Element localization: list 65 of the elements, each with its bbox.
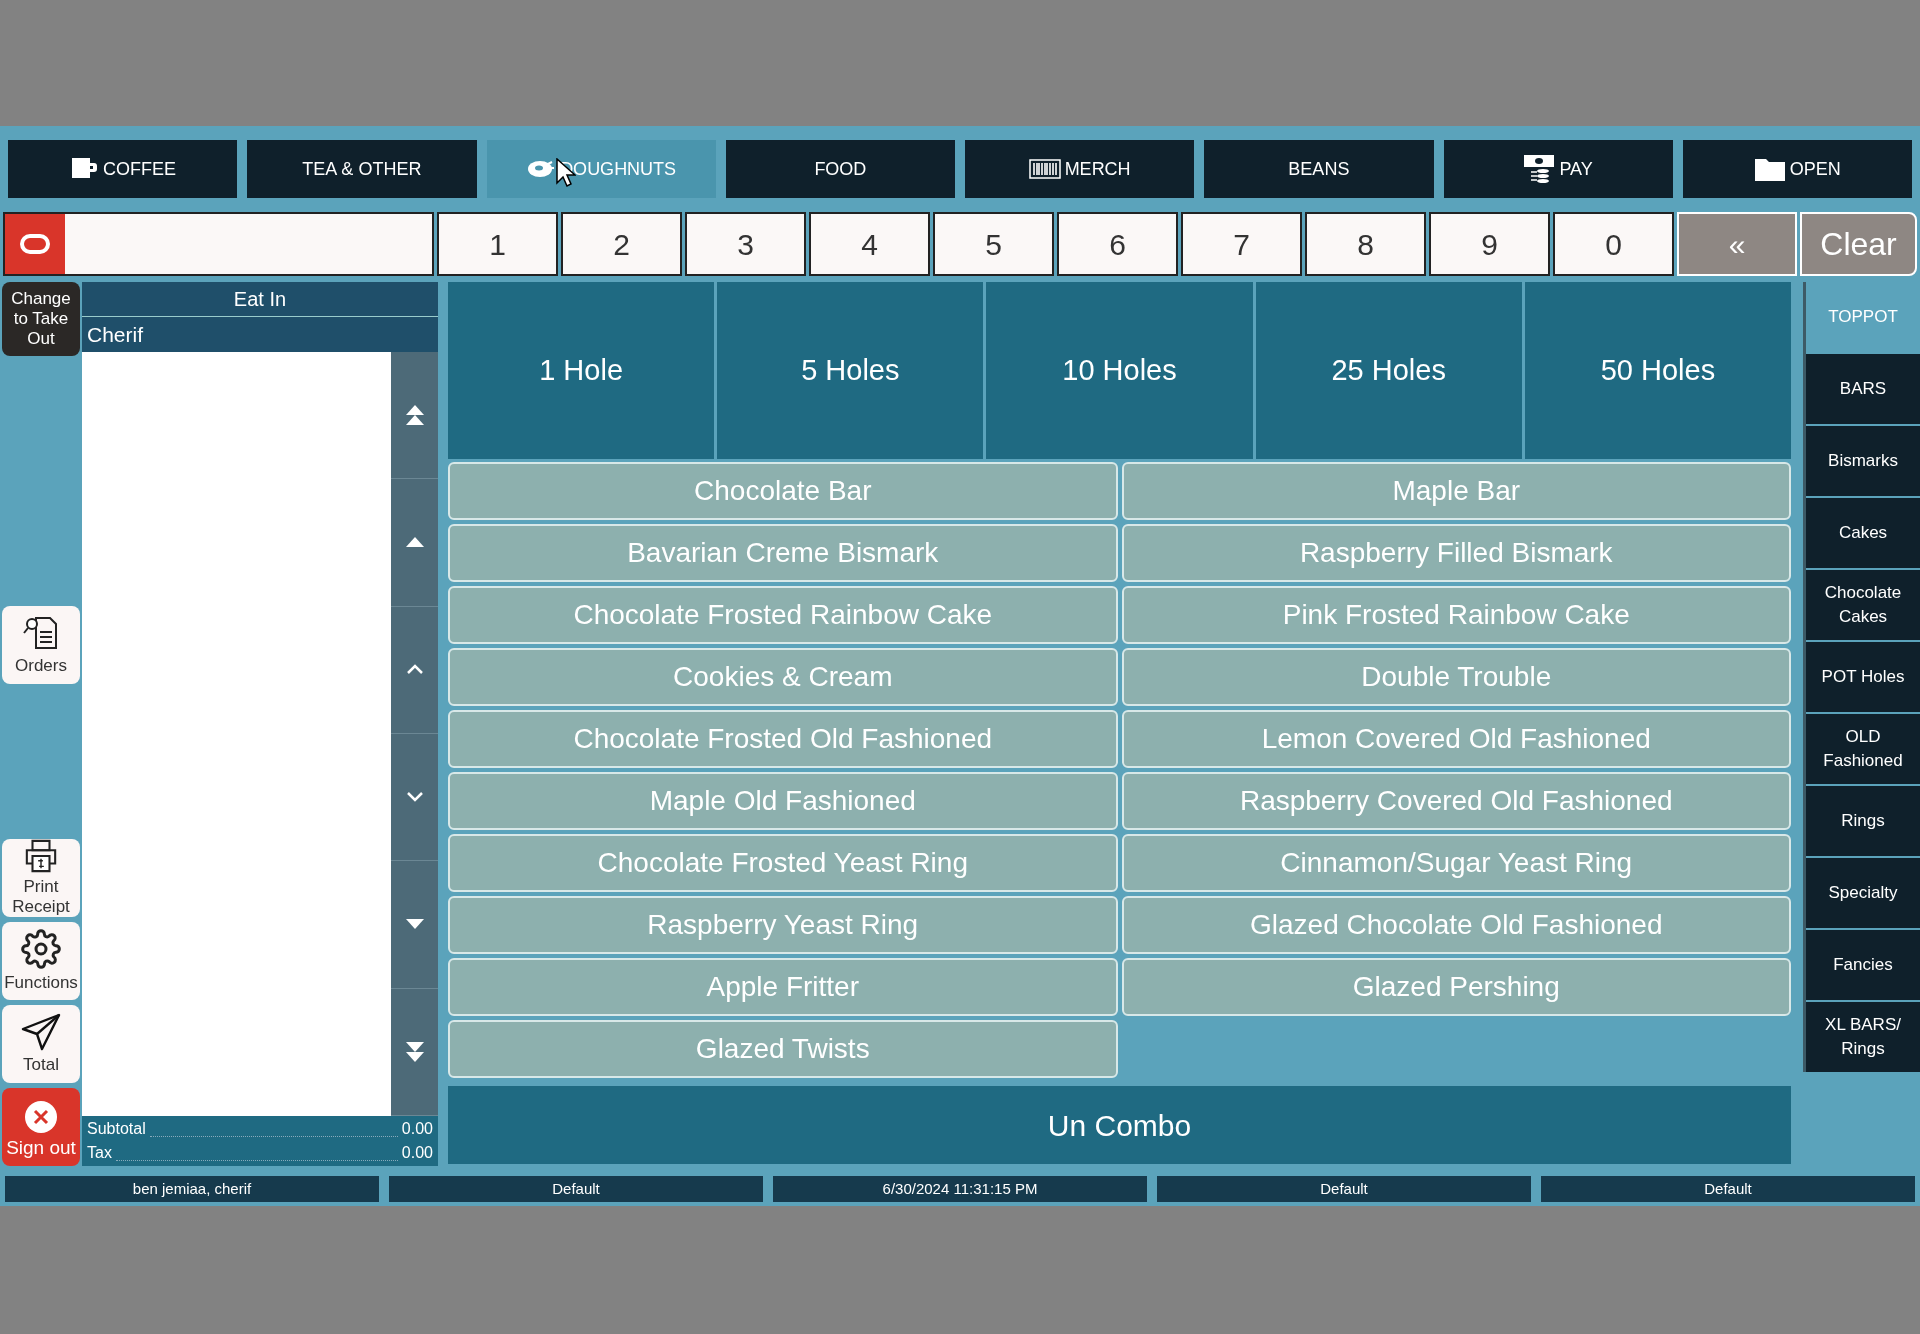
- number-key[interactable]: 3: [685, 212, 806, 276]
- close-icon: [24, 1100, 58, 1134]
- clear-key[interactable]: Clear: [1800, 212, 1917, 276]
- document-search-icon: [22, 614, 60, 652]
- customer-name: Cherif: [82, 317, 438, 352]
- orders-button[interactable]: Orders: [2, 606, 80, 684]
- number-key[interactable]: 1: [437, 212, 558, 276]
- entry-field[interactable]: [3, 212, 434, 276]
- page-down-icon: [403, 919, 426, 930]
- order-mode-header: Eat In: [82, 282, 438, 317]
- hole-count-button[interactable]: 1 Hole: [448, 282, 715, 459]
- subcategory-tab[interactable]: Specialty: [1806, 858, 1920, 928]
- backspace-key[interactable]: «: [1677, 212, 1797, 276]
- number-key[interactable]: 2: [561, 212, 682, 276]
- cash-coins-icon: [1523, 154, 1556, 184]
- un-combo-button[interactable]: Un Combo: [448, 1086, 1791, 1164]
- hole-count-button[interactable]: 25 Holes: [1255, 282, 1522, 459]
- functions-button[interactable]: Functions: [2, 922, 80, 1000]
- number-key[interactable]: 0: [1553, 212, 1674, 276]
- take-out-button[interactable]: Change to Take Out: [2, 282, 80, 356]
- status-cell: ben jemiaa, cherif: [5, 1176, 379, 1202]
- tax-value: 0.00: [401, 1143, 433, 1163]
- scroll-bottom-icon: [403, 1039, 426, 1064]
- subcategory-tab[interactable]: OLD Fashioned: [1806, 714, 1920, 784]
- subtotal-label: Subtotal: [87, 1119, 146, 1139]
- number-key[interactable]: 4: [809, 212, 930, 276]
- total-button[interactable]: Total: [2, 1005, 80, 1083]
- status-cell: 6/30/2024 11:31:15 PM: [773, 1176, 1147, 1202]
- subcategory-tab[interactable]: Chocolate Cakes: [1806, 570, 1920, 640]
- category-tab[interactable]: FOOD: [725, 140, 955, 198]
- hole-count-button[interactable]: 10 Holes: [986, 282, 1253, 459]
- number-key[interactable]: 5: [933, 212, 1054, 276]
- tax-label: Tax: [87, 1143, 112, 1163]
- sign-out-button[interactable]: Sign out: [2, 1088, 80, 1166]
- gear-icon: [21, 929, 61, 969]
- category-tab[interactable]: PAY: [1443, 140, 1673, 198]
- folder-icon: [1753, 156, 1786, 182]
- ring-icon: [5, 214, 65, 274]
- subcategory-tab[interactable]: Rings: [1806, 786, 1920, 856]
- number-key[interactable]: 8: [1305, 212, 1426, 276]
- status-cell: Default: [1541, 1176, 1915, 1202]
- status-cell: Default: [1157, 1176, 1531, 1202]
- number-key[interactable]: 9: [1429, 212, 1550, 276]
- page-up-icon: [403, 537, 426, 548]
- number-key[interactable]: 7: [1181, 212, 1302, 276]
- category-tab[interactable]: COFFEE: [8, 140, 238, 198]
- subcategory-tab[interactable]: POT Holes: [1806, 642, 1920, 712]
- number-key[interactable]: 6: [1057, 212, 1178, 276]
- print-button[interactable]: Print Receipt: [2, 839, 80, 917]
- category-tab[interactable]: OPEN: [1682, 140, 1912, 198]
- subtotal-value: 0.00: [401, 1119, 433, 1139]
- subcategory-tab[interactable]: Cakes: [1806, 498, 1920, 568]
- barcode-icon: [1028, 159, 1061, 179]
- scroll-top-icon: [403, 403, 426, 428]
- subcategory-tab[interactable]: Bismarks: [1806, 426, 1920, 496]
- send-icon: [21, 1013, 61, 1051]
- category-tab[interactable]: TEA & OTHER: [247, 140, 477, 198]
- subcategory-tab[interactable]: Fancies: [1806, 930, 1920, 1000]
- category-tab[interactable]: MERCH: [965, 140, 1195, 198]
- hole-count-button[interactable]: 5 Holes: [717, 282, 984, 459]
- subcategory-tab[interactable]: BARS: [1806, 354, 1920, 424]
- hole-count-button[interactable]: 50 Holes: [1524, 282, 1791, 459]
- subcategory-tab[interactable]: XL BARS/ Rings: [1806, 1002, 1920, 1072]
- category-tab[interactable]: BEANS: [1204, 140, 1434, 198]
- status-cell: Default: [389, 1176, 763, 1202]
